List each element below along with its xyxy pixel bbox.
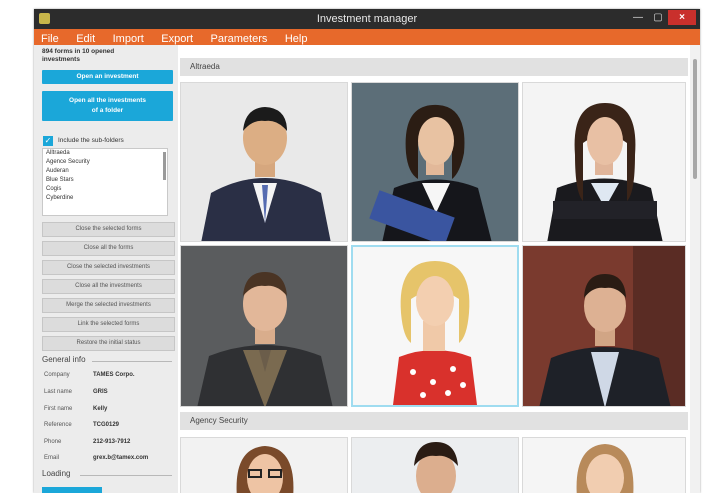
restore-initial-status-button[interactable]: Restore the initial status xyxy=(42,336,175,351)
list-item[interactable]: Cyberdine xyxy=(43,194,167,203)
first-name-value: Kelly xyxy=(93,406,108,412)
close-all-forms-button[interactable]: Close all the forms xyxy=(42,241,175,256)
loading-progress-bar xyxy=(42,487,102,493)
portrait-image xyxy=(181,438,347,493)
reference-label: Reference xyxy=(44,422,72,428)
group-header-altraeda[interactable]: Altraeda xyxy=(180,58,688,76)
investments-list[interactable]: Alltraeda Agence Security Auderan Blue S… xyxy=(42,148,168,216)
portrait-image xyxy=(523,438,685,493)
menu-bar: File Edit Import Export Parameters Help xyxy=(34,29,700,45)
sidebar: 894 forms in 10 opened investments Open … xyxy=(34,45,179,493)
phone-value: 212-913-7912 xyxy=(93,439,131,445)
divider xyxy=(80,475,172,476)
portrait-image xyxy=(352,83,518,241)
group-header-agency-security[interactable]: Agency Security xyxy=(180,412,688,430)
first-name-label: First name xyxy=(44,406,73,412)
link-selected-forms-button[interactable]: Link the selected forms xyxy=(42,317,175,332)
list-item[interactable]: Agence Security xyxy=(43,158,167,167)
list-item[interactable]: Cogis xyxy=(43,185,167,194)
list-scrollbar[interactable] xyxy=(163,152,166,180)
include-subfolders-checkbox[interactable]: ✓ xyxy=(43,136,53,146)
merge-selected-investments-button[interactable]: Merge the selected investments xyxy=(42,298,175,313)
maximize-button[interactable]: ▢ xyxy=(648,10,668,25)
title-bar: Investment manager — ▢ × xyxy=(34,9,700,29)
photo-asian-businessman[interactable] xyxy=(180,82,348,242)
minimize-button[interactable]: — xyxy=(628,10,648,25)
photo-laughing-businesswoman[interactable] xyxy=(351,82,519,242)
portrait-image xyxy=(353,247,517,405)
open-investment-button[interactable]: Open an investment xyxy=(42,70,173,84)
window-title: Investment manager xyxy=(316,13,418,25)
portrait-image xyxy=(181,246,347,406)
vertical-scrollbar[interactable] xyxy=(690,45,700,493)
last-name-label: Last name xyxy=(44,389,73,395)
loading-heading: Loading xyxy=(42,469,71,478)
portrait-image xyxy=(523,246,685,406)
list-item[interactable]: Blue Stars xyxy=(43,176,167,185)
general-info-heading: General info xyxy=(42,355,86,364)
last-name-value: GRIS xyxy=(93,389,108,395)
close-selected-investments-button[interactable]: Close the selected investments xyxy=(42,260,175,275)
forms-summary: 894 forms in 10 opened investments xyxy=(42,48,115,63)
photo-businesswoman-arms-crossed[interactable] xyxy=(522,82,686,242)
include-subfolders-label: Include the sub-folders xyxy=(58,137,124,144)
phone-label: Phone xyxy=(44,439,62,445)
portrait-image xyxy=(352,438,518,493)
email-label: Email xyxy=(44,455,60,461)
thumbnail-grid: Altraeda Agency Security xyxy=(178,45,700,493)
scrollbar-thumb[interactable] xyxy=(693,59,697,179)
portrait-image xyxy=(523,83,685,241)
photo-smiling-man-suit[interactable] xyxy=(180,245,348,407)
photo-woman-glasses[interactable] xyxy=(180,437,348,493)
list-item[interactable]: Alltraeda xyxy=(43,149,167,158)
close-selected-forms-button[interactable]: Close the selected forms xyxy=(42,222,175,237)
photo-woman-red-polka-dress[interactable] xyxy=(351,245,519,407)
reference-value: TCG0129 xyxy=(93,422,120,428)
company-value: TAMES Corpo. xyxy=(93,372,135,378)
app-window: Investment manager — ▢ × File Edit Impor… xyxy=(34,9,700,493)
close-button[interactable]: × xyxy=(668,10,696,25)
email-value: grex.b@tamex.com xyxy=(93,455,149,461)
close-all-investments-button[interactable]: Close all the investments xyxy=(42,279,175,294)
divider xyxy=(92,361,172,362)
company-label: Company xyxy=(44,372,70,378)
open-all-investments-button[interactable]: Open all the investments of a folder xyxy=(42,91,173,121)
list-item[interactable]: Auderan xyxy=(43,167,167,176)
photo-man-brick-wall[interactable] xyxy=(522,245,686,407)
photo-girl[interactable] xyxy=(522,437,686,493)
portrait-image xyxy=(181,83,347,241)
photo-smiling-man[interactable] xyxy=(351,437,519,493)
